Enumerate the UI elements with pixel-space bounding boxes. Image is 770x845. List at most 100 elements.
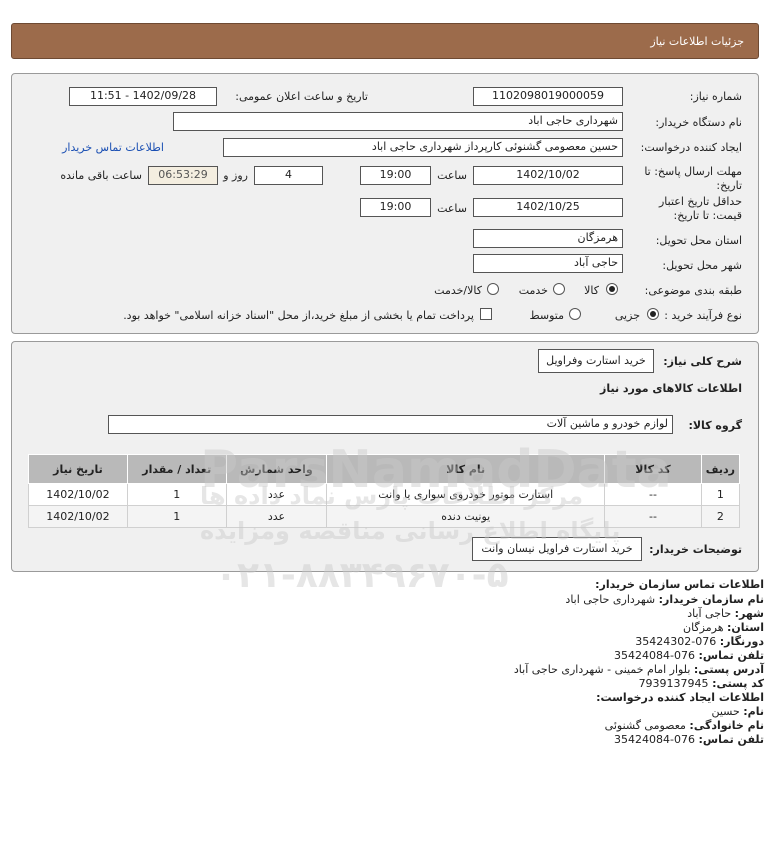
buyer-notes-label: توضیحات خریدار: [649,543,742,556]
cell-unit: عدد [225,483,328,506]
buyer-org-label: نام دستگاه خریدار: [655,116,742,129]
buyer-name-label: نام سازمان خریدار: [658,593,764,606]
purchase-option-minor: جزیی [614,309,640,322]
contact-province-label: استان: [727,621,764,634]
buyer-notes-field: خرید استارت فراویل نیسان وانت [472,537,642,561]
goods-table-header: ردیف کد کالا نام کالا واحد شمارش تعداد /… [28,454,741,484]
province-label: استان محل تحویل: [655,234,742,247]
last-name-line: نام خانوادگی: معصومی گشنوئی [605,719,764,732]
page-header: جزئیات اطلاعات نیاز [11,23,759,59]
remaining-time-field: 06:53:29 [148,166,218,185]
creator-label: ایجاد کننده درخواست: [640,141,742,154]
col-date: تاریخ نیاز [28,454,128,484]
col-row: ردیف [700,454,741,484]
cell-code: -- [604,505,702,528]
creator-contact-title: اطلاعات ایجاد کننده درخواست: [596,691,764,704]
goods-table: ردیف کد کالا نام کالا واحد شمارش تعداد /… [28,454,741,528]
cell-qty: 1 [126,505,227,528]
cell-code: -- [604,483,702,506]
purchase-radio-medium[interactable] [569,308,581,320]
need-number-field: 1102098019000059 [473,87,623,106]
postal-value: 7939137945 [638,677,709,690]
postal-label: کد پستی: [712,677,764,690]
address-line: آدرس پستی: بلوار امام خمینی - شهرداری حا… [514,663,764,676]
col-unit: واحد شمارش [225,454,328,484]
reply-time-field: 19:00 [360,166,431,185]
cell-name: استارت موتور خودروی سواری یا وانت [326,483,606,506]
contact-province-line: استان: هرمزگان [683,621,764,634]
day-and-label: روز و [223,169,248,182]
treasury-payment-note: پرداخت تمام یا بخشی از مبلغ خرید،از محل … [123,309,474,322]
validity-time-label: ساعت [437,202,467,215]
reply-time-label: ساعت [437,169,467,182]
announce-label: تاریخ و ساعت اعلان عمومی: [235,90,368,103]
col-qty: تعداد / مقدار [126,454,227,484]
buyer-org-field: شهرداری حاجی اباد [173,112,623,131]
remaining-time-label: ساعت باقی مانده [60,169,142,182]
cell-name: یونیت دنده [326,505,606,528]
need-number-label: شماره نیاز: [689,90,742,103]
page-title: جزئیات اطلاعات نیاز [650,35,744,48]
contact-city-value: حاجی آباد [687,607,732,620]
first-name-value: حسین [711,705,740,718]
col-name: نام کالا [326,454,606,484]
province-field: هرمزگان [473,229,623,248]
validity-label-2: قیمت: تا تاریخ: [673,209,742,222]
category-option-goods: کالا [584,284,599,297]
contact-province-value: هرمزگان [683,621,724,634]
cell-row: 2 [700,505,741,528]
category-option-both: کالا/خدمت [434,284,482,297]
phone-line: تلفن تماس: 076-35424084 [614,649,764,662]
validity-date-field: 1402/10/25 [473,198,623,217]
buyer-name-line: نام سازمان خریدار: شهرداری حاجی اباد [565,593,764,606]
address-label: آدرس پستی: [693,663,764,676]
first-name-line: نام: حسین [711,705,764,718]
fax-label: دورنگار: [719,635,764,648]
validity-label: حداقل تاریخ اعتبار [658,195,742,208]
reply-deadline-label: مهلت ارسال پاسخ: تا [644,165,742,178]
org-contact-title: اطلاعات تماس سازمان خریدار: [595,578,764,591]
creator-phone-line: تلفن تماس: 076-35424084 [614,733,764,746]
category-radio-goods[interactable] [606,283,618,295]
purchase-radio-minor[interactable] [647,308,659,320]
buyer-name-value: شهرداری حاجی اباد [565,593,656,606]
cell-date: 1402/10/02 [28,483,128,506]
category-label: طبقه بندی موضوعی: [644,284,742,297]
table-row: 2 -- یونیت دنده عدد 1 1402/10/02 [28,505,741,528]
category-radio-service[interactable] [553,283,565,295]
category-option-service: خدمت [518,284,548,297]
contact-city-line: شهر: حاجی آباد [687,607,764,620]
cell-row: 1 [700,483,741,506]
last-name-label: نام خانوادگی: [689,719,764,732]
buyer-contact-link[interactable]: اطلاعات تماس خریدار [62,141,164,154]
remaining-days-field: 4 [254,166,323,185]
last-name-value: معصومی گشنوئی [604,719,686,732]
reply-date-field: 1402/10/02 [473,166,623,185]
purchase-type-label: نوع فرآیند خرید : [664,309,742,322]
city-label: شهر محل تحویل: [662,259,742,272]
col-code: کد کالا [604,454,702,484]
phone-label: تلفن تماس: [698,649,764,662]
goods-group-label: گروه کالا: [688,419,742,432]
creator-field: حسین معصومی گشنوئی کارپرداز شهرداری حاجی… [223,138,623,157]
purchase-option-medium: متوسط [529,309,564,322]
city-field: حاجی آباد [473,254,623,273]
treasury-payment-checkbox[interactable] [480,308,492,320]
first-name-label: نام: [743,705,764,718]
creator-phone-value: 076-35424084 [614,733,696,746]
postal-line: کد پستی: 7939137945 [639,677,764,690]
need-desc-label: شرح کلی نیاز: [663,355,742,368]
category-radio-both[interactable] [487,283,499,295]
contact-city-label: شهر: [734,607,764,620]
goods-info-heading: اطلاعات کالاهای مورد نیاز [600,382,742,395]
phone-value: 076-35424084 [614,649,696,662]
table-row: 1 -- استارت موتور خودروی سواری یا وانت ع… [28,483,741,506]
reply-deadline-label-2: تاریخ: [716,179,742,192]
cell-unit: عدد [225,505,328,528]
cell-qty: 1 [126,483,227,506]
cell-date: 1402/10/02 [28,505,128,528]
announce-field: 1402/09/28 - 11:51 [69,87,217,106]
creator-phone-label: تلفن تماس: [698,733,764,746]
validity-time-field: 19:00 [360,198,431,217]
fax-line: دورنگار: 076-35424302 [635,635,764,648]
